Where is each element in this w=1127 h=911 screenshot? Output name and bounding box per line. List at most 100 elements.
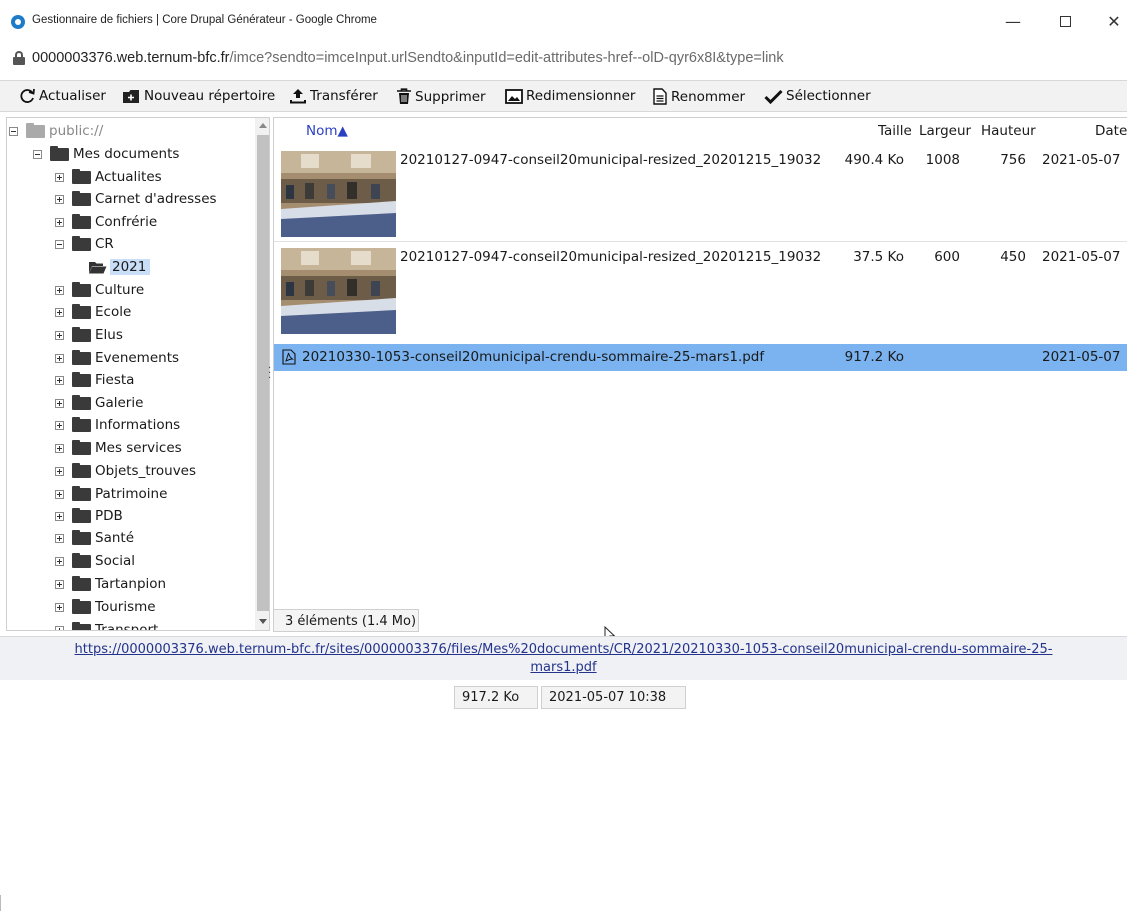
rename-label: Renommer — [671, 88, 746, 105]
expand-icon[interactable] — [55, 625, 64, 630]
document-icon — [653, 88, 667, 105]
tree-label: PDB — [95, 508, 123, 524]
maximize-icon — [1059, 16, 1071, 27]
tree-item-tartanpion[interactable]: Tartanpion — [55, 573, 166, 595]
rename-button[interactable]: Renommer — [652, 88, 745, 105]
close-button[interactable]: ✕ — [1100, 9, 1127, 35]
tree-item-carnet-adresses[interactable]: Carnet d'adresses — [55, 188, 217, 210]
vertical-splitter-handle[interactable]: · · · — [268, 364, 271, 386]
tree-item-informations[interactable]: Informations — [55, 414, 180, 436]
file-height: 756 — [1000, 152, 1026, 168]
folder-icon — [72, 575, 91, 591]
tree-item-mes-documents[interactable]: Mes documents — [33, 143, 179, 165]
expand-icon[interactable] — [55, 579, 64, 589]
preview-file-size: 917.2 Ko — [454, 686, 538, 709]
file-row-selected[interactable]: 20210330-1053-conseil20municipal-crendu-… — [274, 344, 1127, 371]
tree-item-social[interactable]: Social — [55, 550, 135, 572]
tree-label: Mes services — [95, 440, 182, 456]
folder-open-icon — [89, 261, 107, 273]
column-width-header[interactable]: Largeur — [919, 123, 971, 139]
expand-icon[interactable] — [55, 602, 64, 612]
file-size: 490.4 Ko — [844, 152, 904, 168]
expand-icon[interactable] — [55, 511, 64, 521]
upload-button[interactable]: Transférer — [289, 88, 378, 104]
collapse-icon[interactable] — [55, 239, 64, 249]
file-height: 450 — [1000, 249, 1026, 265]
tree-label: Fiesta — [95, 372, 135, 388]
address-url[interactable]: 0000003376.web.ternum-bfc.fr/imce?sendto… — [32, 50, 784, 66]
expand-icon[interactable] — [55, 466, 64, 476]
tree-item-culture[interactable]: Culture — [55, 279, 144, 301]
expand-icon[interactable] — [55, 172, 64, 182]
expand-icon[interactable] — [55, 307, 64, 317]
tree-label: Patrimoine — [95, 486, 168, 502]
tree-item-fiesta[interactable]: Fiesta — [55, 369, 134, 391]
tree-item-mes-services[interactable]: Mes services — [55, 437, 182, 459]
refresh-button[interactable]: Actualiser — [18, 88, 106, 104]
tree-item-cr[interactable]: CR — [55, 233, 114, 255]
delete-label: Supprimer — [415, 88, 486, 105]
tree-item-evenements[interactable]: Evenements — [55, 347, 179, 369]
file-size: 37.5 Ko — [853, 249, 904, 265]
expand-icon[interactable] — [55, 285, 64, 295]
scroll-down-icon[interactable] — [259, 619, 267, 624]
url-host: 0000003376.web.ternum-bfc.fr — [32, 50, 230, 66]
expand-icon[interactable] — [55, 194, 64, 204]
tree-label: Tartanpion — [95, 576, 167, 592]
tree-item-elus[interactable]: Elus — [55, 324, 123, 346]
maximize-button[interactable] — [1051, 9, 1079, 35]
file-list-header: Nom▲ Taille Largeur Hauteur Date — [274, 118, 1127, 144]
column-name-header[interactable]: Nom▲ — [306, 123, 348, 139]
expand-icon[interactable] — [55, 489, 64, 499]
tree-item-confrerie[interactable]: Confrérie — [55, 211, 157, 233]
expand-icon[interactable] — [55, 375, 64, 385]
delete-button[interactable]: Supprimer — [396, 88, 486, 105]
expand-icon[interactable] — [55, 556, 64, 566]
file-url-link[interactable]: https://0000003376.web.ternum-bfc.fr/sit… — [75, 642, 1053, 675]
expand-icon[interactable] — [55, 398, 64, 408]
tree-item-sante[interactable]: Santé — [55, 527, 134, 549]
folder-icon — [72, 213, 91, 229]
image-thumbnail — [281, 151, 396, 237]
tree-item-root[interactable]: public:// — [9, 120, 103, 142]
expand-icon[interactable] — [55, 217, 64, 227]
tree-item-transport[interactable]: Transport — [55, 619, 159, 631]
file-row[interactable]: 20210127-0947-conseil20municipal-resized… — [274, 145, 1127, 242]
upload-label: Transférer — [310, 88, 378, 104]
tree-item-objets-trouves[interactable]: Objets_trouves — [55, 460, 196, 482]
folder-icon — [72, 439, 91, 455]
expand-icon[interactable] — [55, 420, 64, 430]
tree-label: Santé — [95, 530, 134, 546]
collapse-icon[interactable] — [33, 149, 42, 159]
expand-icon[interactable] — [55, 443, 64, 453]
scroll-up-icon[interactable] — [259, 123, 267, 128]
file-row[interactable]: 20210127-0947-conseil20municipal-resized… — [274, 242, 1127, 343]
expand-icon[interactable] — [55, 353, 64, 363]
select-button[interactable]: Sélectionner — [764, 88, 871, 104]
expand-icon[interactable] — [55, 533, 64, 543]
collapse-icon[interactable] — [9, 126, 18, 136]
tree-item-actualites[interactable]: Actualites — [55, 166, 162, 188]
column-height-header[interactable]: Hauteur — [981, 123, 1036, 139]
tree-item-patrimoine[interactable]: Patrimoine — [55, 483, 167, 505]
tree-item-galerie[interactable]: Galerie — [55, 392, 143, 414]
tree-item-tourisme[interactable]: Tourisme — [55, 596, 156, 618]
expand-icon[interactable] — [55, 330, 64, 340]
folder-icon — [72, 529, 91, 545]
tree-label: Transport — [95, 622, 159, 631]
new-folder-button[interactable]: Nouveau répertoire — [122, 88, 275, 104]
file-width: 1008 — [925, 152, 960, 168]
tree-item-ecole[interactable]: Ecole — [55, 301, 131, 323]
tree-label: Evenements — [95, 350, 180, 366]
file-width: 600 — [934, 249, 960, 265]
tree-item-2021[interactable]: 2021 — [88, 256, 151, 278]
column-date-header[interactable]: Date — [1095, 123, 1127, 139]
address-bar[interactable]: 0000003376.web.ternum-bfc.fr/imce?sendto… — [0, 46, 1127, 72]
folder-icon — [72, 598, 91, 614]
column-size-header[interactable]: Taille — [878, 123, 912, 139]
folder-icon — [72, 416, 91, 432]
folder-icon — [72, 326, 91, 342]
tree-item-pdb[interactable]: PDB — [55, 505, 123, 527]
resize-button[interactable]: Redimensionner — [505, 88, 635, 104]
minimize-button[interactable]: — — [999, 9, 1027, 35]
